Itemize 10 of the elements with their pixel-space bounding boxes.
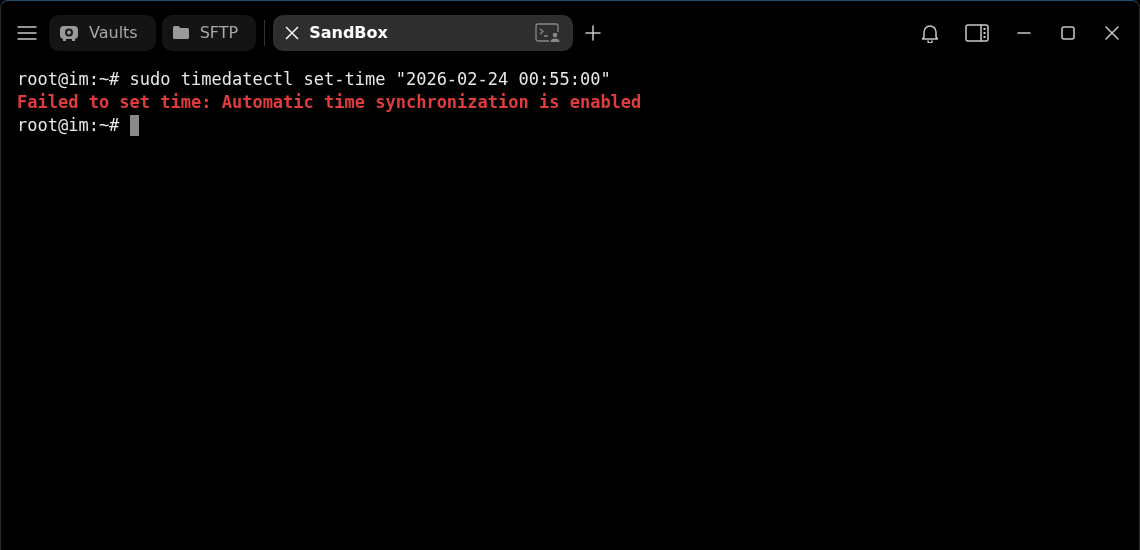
error-line: Failed to set time: Automatic time synchronization is enabled bbox=[17, 91, 642, 114]
tab[interactable]: Vaults bbox=[49, 14, 156, 51]
tab[interactable]: SandBox bbox=[273, 14, 574, 51]
terminal-line: root@im:~# bbox=[17, 114, 121, 137]
terminal-user-icon[interactable] bbox=[535, 22, 562, 43]
tab[interactable]: SFTP bbox=[161, 14, 257, 51]
close-icon[interactable] bbox=[285, 25, 300, 40]
terminal-line: root@im:~# sudo timedatectl set-time "2026-02-24 00:55:00" bbox=[17, 68, 611, 91]
vault-icon bbox=[59, 23, 79, 42]
folder-icon bbox=[171, 25, 190, 40]
